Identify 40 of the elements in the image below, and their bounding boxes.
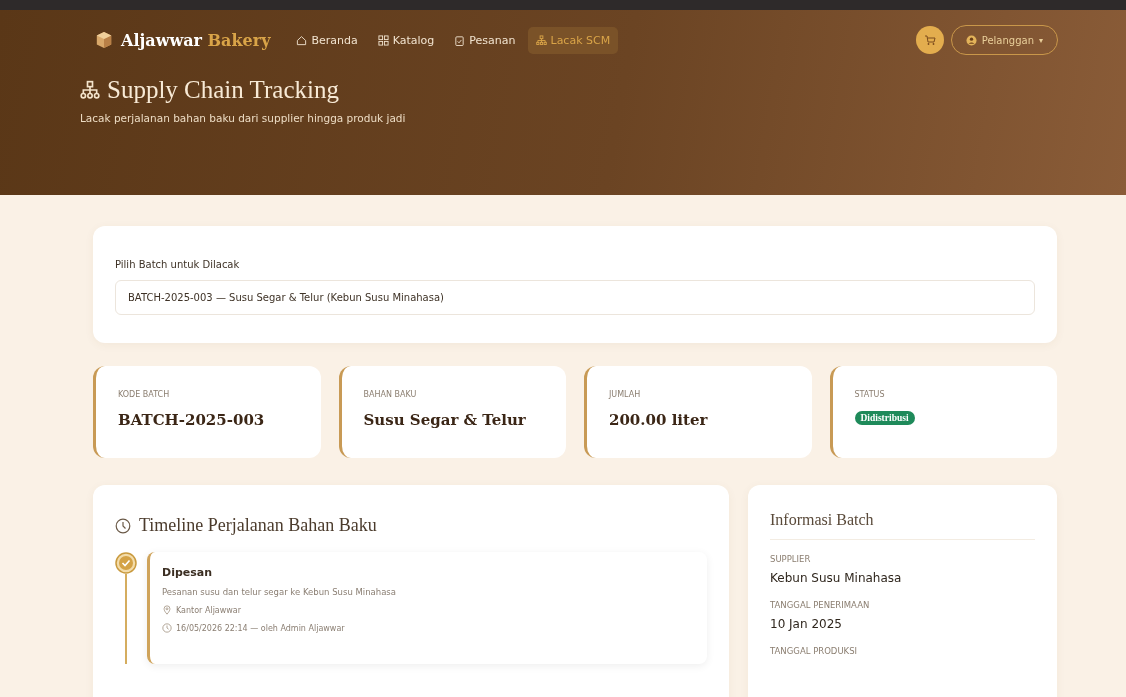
info-value: 10 Jan 2025 [770, 617, 843, 631]
step-description: Pesanan susu dan telur segar ke Kebun Susu Minahasa [162, 587, 397, 597]
page-title: Supply Chain Tracking [107, 76, 339, 104]
clock-icon [115, 517, 131, 534]
stat-label: STATUS [854, 390, 885, 399]
section-title: Timeline Perjalanan Bahan Baku [139, 515, 377, 536]
field-label: Pilih Batch untuk Dilacak [115, 259, 241, 270]
user-icon [965, 34, 977, 46]
hierarchy-icon [535, 34, 547, 46]
brand-name[interactable]: Aljawwar Bakery [121, 30, 271, 50]
batch-dropdown[interactable]: BATCH-2025-003 — Susu Segar & Telur (Kebun Susu Minahasa) [115, 280, 1035, 315]
cart-button[interactable] [915, 26, 944, 54]
clock-icon [162, 623, 172, 633]
home-icon [296, 34, 308, 46]
location-pin-icon [162, 605, 172, 615]
step-title: Dipesan [162, 566, 214, 579]
clipboard-icon [454, 34, 466, 46]
hierarchy-icon [80, 80, 100, 100]
cart-icon [923, 34, 936, 46]
nav-link[interactable]: Pesanan [446, 26, 524, 54]
stat-label: JUMLAH [609, 390, 641, 399]
info-value: Kebun Susu Minahasa [770, 571, 903, 585]
stat-value: BATCH-2025-003 [118, 411, 265, 429]
info-label: SUPPLIER [770, 554, 812, 564]
stat-value: Susu Segar & Telur [363, 411, 526, 429]
status-badge: Didistribusi [854, 411, 915, 425]
step-time: 16/05/2026 22:14 — oleh Admin Aljawwar [176, 623, 345, 633]
step-location: Kantor Aljawwar [176, 605, 242, 615]
page-subtitle: Lacak perjalanan bahan baku dari supplier hingga produk jadi [80, 112, 407, 124]
stat-value: 200.00 liter [609, 411, 708, 429]
grid-icon [377, 34, 389, 46]
stat-label: KODE BATCH [118, 390, 170, 399]
nav-link[interactable]: Katalog [369, 26, 443, 54]
caret-icon: ▾ [1039, 35, 1043, 45]
info-label: TANGGAL PENERIMAAN [770, 600, 871, 610]
box-icon [95, 31, 113, 49]
info-label: TANGGAL PRODUKSI [770, 646, 859, 656]
section-title: Informasi Batch [770, 511, 875, 529]
stat-label: BAHAN BAKU [363, 390, 417, 399]
nav-link[interactable]: Beranda [288, 26, 366, 54]
